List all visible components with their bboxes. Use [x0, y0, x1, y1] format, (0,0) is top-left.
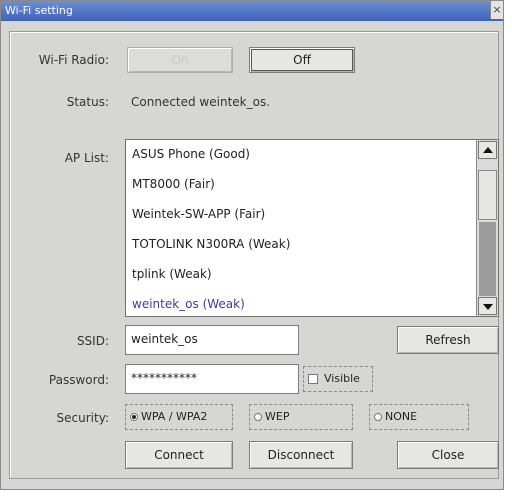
disconnect-button[interactable]: Disconnect	[249, 441, 353, 469]
window-title: Wi-Fi setting	[5, 4, 73, 17]
visible-checkbox-group[interactable]: Visible	[303, 366, 373, 392]
visible-label: Visible	[324, 372, 360, 385]
radio-wep-icon[interactable]	[254, 413, 262, 421]
ap-list-scrollbar[interactable]	[476, 140, 498, 316]
ssid-field[interactable]: weintek_os	[125, 325, 299, 355]
password-field[interactable]: ***********	[125, 364, 299, 394]
status-value: Connected weintek_os.	[131, 95, 271, 109]
radio-wpa-icon[interactable]	[130, 413, 138, 421]
scroll-thumb[interactable]	[478, 170, 497, 220]
title-bar: Wi-Fi setting ×	[1, 1, 503, 21]
ap-list-item[interactable]: ASUS Phone (Good)	[132, 147, 250, 161]
security-option-wpa[interactable]: WPA / WPA2	[125, 404, 233, 430]
security-option-none[interactable]: NONE	[369, 404, 469, 430]
security-option-label: WPA / WPA2	[141, 410, 208, 423]
ap-list-item-selected[interactable]: weintek_os (Weak)	[132, 297, 245, 311]
security-option-label: WEP	[265, 410, 290, 423]
ap-list-item[interactable]: TOTOLINK N300RA (Weak)	[132, 237, 290, 251]
security-label: Security:	[56, 411, 109, 425]
status-label: Status:	[66, 95, 109, 109]
visible-checkbox[interactable]	[308, 374, 318, 384]
scroll-up-button[interactable]	[478, 141, 497, 159]
password-label: Password:	[48, 373, 109, 387]
scroll-track[interactable]	[479, 222, 496, 296]
scroll-up-arrow-icon	[483, 147, 493, 153]
radio-none-icon[interactable]	[374, 413, 382, 421]
wifi-setting-window: Wi-Fi setting × Wi-Fi Radio: On Off Stat…	[0, 0, 504, 490]
scroll-down-button[interactable]	[478, 297, 497, 315]
connect-button[interactable]: Connect	[125, 441, 233, 469]
radio-on-button[interactable]: On	[127, 47, 233, 73]
ssid-label: SSID:	[76, 334, 109, 348]
close-icon[interactable]: ×	[490, 1, 503, 19]
ap-list-item[interactable]: Weintek-SW-APP (Fair)	[132, 207, 265, 221]
refresh-button[interactable]: Refresh	[397, 326, 499, 354]
close-button[interactable]: Close	[397, 441, 499, 469]
wifi-radio-label: Wi-Fi Radio:	[38, 53, 109, 67]
security-option-wep[interactable]: WEP	[249, 404, 353, 430]
ap-list-item[interactable]: tplink (Weak)	[132, 267, 212, 281]
radio-off-button[interactable]: Off	[249, 47, 355, 73]
ap-listbox[interactable]: ASUS Phone (Good) MT8000 (Fair) Weintek-…	[125, 139, 499, 317]
security-option-label: NONE	[385, 410, 418, 423]
ap-list-label: AP List:	[64, 151, 109, 165]
ap-list-item[interactable]: MT8000 (Fair)	[132, 177, 215, 191]
scroll-down-arrow-icon	[483, 304, 493, 310]
